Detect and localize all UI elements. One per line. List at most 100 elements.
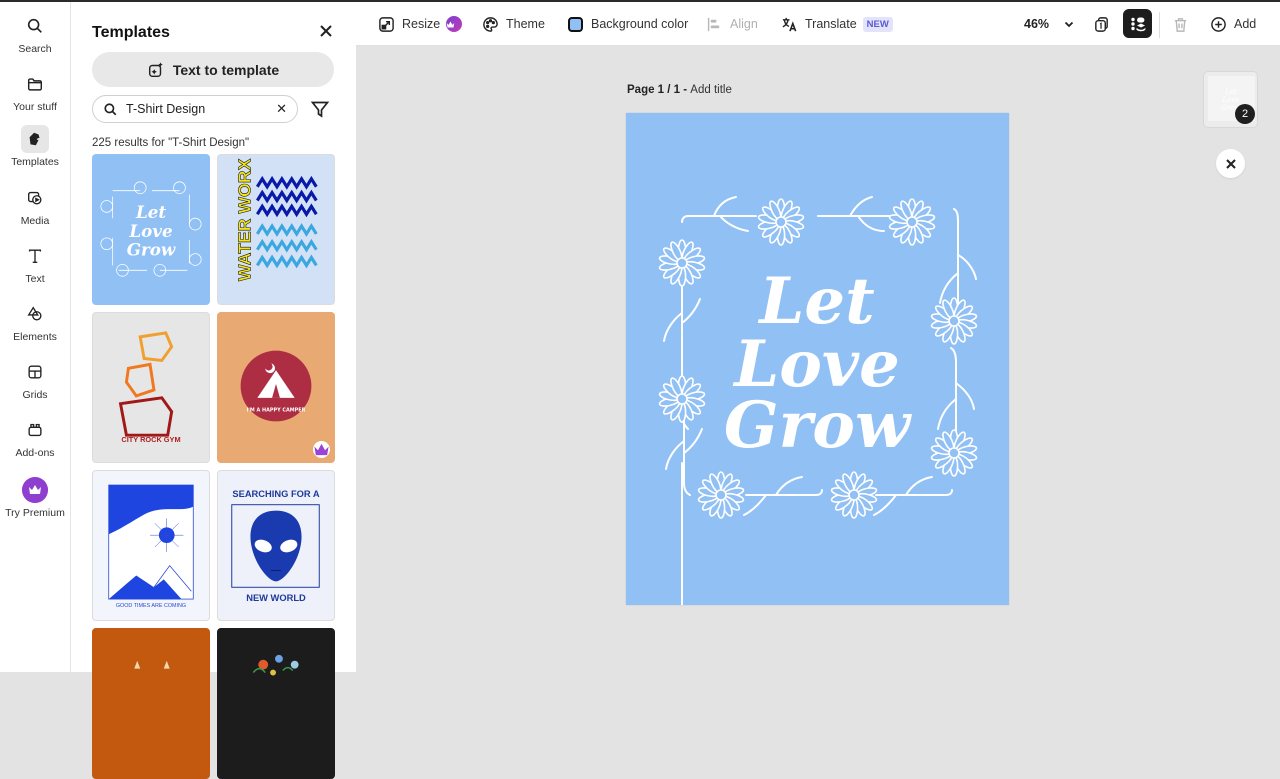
rail-item-text[interactable]: Text	[0, 242, 70, 285]
layers-icon	[1130, 16, 1146, 31]
rail-item-label: Your stuff	[13, 101, 57, 113]
panel-title: Templates	[92, 24, 170, 41]
thumb-line: Grow	[127, 240, 176, 260]
rail-item-label: Grids	[22, 389, 48, 401]
template-card-good-times[interactable]: GOOD TIMES ARE COMING	[92, 470, 210, 621]
text-icon	[21, 242, 49, 270]
top-toolbar: Resize Theme Background color Align Tran…	[356, 2, 1280, 46]
template-search: ✕	[92, 95, 298, 123]
rail-item-label: Templates	[11, 156, 59, 168]
rail-item-label: Media	[20, 215, 50, 227]
page-number: Page 1 / 1 -	[627, 84, 691, 96]
delete-button[interactable]	[1172, 2, 1196, 46]
addons-icon	[21, 416, 49, 444]
search-input[interactable]	[126, 102, 266, 116]
premium-badge	[313, 441, 330, 458]
resize-button[interactable]: Resize	[378, 2, 463, 46]
crown-icon	[314, 443, 329, 456]
close-pages-button[interactable]	[1216, 149, 1245, 178]
design-line-grow[interactable]: Grow	[724, 388, 912, 463]
pages-icon	[1095, 16, 1108, 32]
results-count: 225 results for "T-Shirt Design"	[92, 137, 250, 149]
template-card-let-love-grow[interactable]: Let Love Grow	[92, 154, 210, 305]
folder-icon	[21, 70, 49, 98]
theme-label: Theme	[506, 17, 545, 31]
layers-button[interactable]	[1123, 9, 1152, 38]
plus-circle-icon	[1211, 16, 1226, 32]
template-thumbnail	[252, 654, 299, 676]
template-card-dark-floral[interactable]	[217, 628, 335, 779]
resize-label: Resize	[402, 17, 441, 31]
elements-icon	[21, 300, 49, 328]
zoom-level: 46%	[1024, 17, 1050, 31]
new-badge: NEW	[862, 16, 893, 32]
search-icon	[104, 102, 117, 115]
template-thumbnail: CITY ROCK GYM	[118, 331, 181, 444]
rail-item-label: Try Premium	[5, 507, 65, 519]
artboard[interactable]: Let Love Grow	[626, 113, 1009, 605]
pages-button[interactable]	[1093, 2, 1117, 46]
sparkle-template-icon	[148, 61, 163, 77]
resize-icon	[379, 16, 394, 32]
theme-button[interactable]: Theme	[482, 2, 545, 46]
rail-item-templates[interactable]: Templates	[0, 125, 70, 168]
align-label: Align	[730, 17, 758, 31]
clear-search-icon[interactable]: ✕	[276, 101, 287, 117]
toolbar-divider	[1159, 12, 1160, 38]
rail-item-addons[interactable]: Add-ons	[0, 416, 70, 459]
align-button[interactable]: Align	[706, 2, 758, 46]
translate-icon	[782, 17, 797, 31]
templates-icon	[21, 125, 49, 153]
search-icon	[21, 12, 49, 40]
template-thumbnail: I'M A HAPPY CAMPER	[240, 350, 312, 422]
template-card-water-worx[interactable]: WATER WORX	[217, 154, 335, 305]
text-to-template-label: Text to template	[172, 61, 280, 78]
media-icon	[21, 184, 49, 212]
trash-icon	[1174, 17, 1187, 32]
thumb-text: GOOD TIMES ARE COMING	[116, 603, 186, 609]
background-color-button[interactable]: Background color	[568, 2, 688, 46]
daisy-flower	[658, 375, 706, 423]
template-thumbnail: SEARCHING FOR A NEW WORLD	[231, 489, 320, 603]
rail-item-label: Search	[18, 43, 52, 55]
premium-crown-icon	[22, 477, 48, 503]
rail-item-label: Text	[25, 273, 45, 285]
filter-icon[interactable]	[310, 99, 330, 119]
rail-item-media[interactable]: Media	[0, 184, 70, 227]
template-card-orange[interactable]	[92, 628, 210, 779]
daisy-flower	[830, 471, 878, 519]
templates-panel: Templates Text to template ✕ 225 results…	[71, 2, 356, 779]
design-text: Let Love Grow	[724, 264, 912, 463]
template-card-happy-camper[interactable]: I'M A HAPPY CAMPER	[217, 312, 335, 463]
add-button[interactable]: Add	[1210, 2, 1256, 46]
palette-icon	[483, 16, 498, 32]
premium-crown-icon	[446, 16, 463, 32]
add-label: Add	[1234, 17, 1257, 31]
rail-item-try-premium[interactable]: Try Premium	[0, 476, 70, 519]
rail-item-your-stuff[interactable]: Your stuff	[0, 70, 70, 113]
background-color-label: Background color	[591, 17, 689, 31]
daisy-flower	[658, 239, 706, 287]
rail-item-search[interactable]: Search	[0, 12, 70, 55]
svg-text:Let: Let	[1224, 88, 1237, 96]
thumb-text: SEARCHING FOR A	[232, 489, 320, 499]
template-thumbnail: Let Love Grow	[100, 181, 202, 277]
translate-button[interactable]: Translate NEW	[781, 2, 893, 46]
text-to-template-button[interactable]: Text to template	[92, 52, 334, 87]
add-title-link[interactable]: Add title	[690, 84, 732, 96]
daisy-flower	[757, 198, 805, 246]
template-card-city-rock-gym[interactable]: CITY ROCK GYM	[92, 312, 210, 463]
thumb-line: Let	[135, 202, 166, 222]
zoom-dropdown[interactable]: 46%	[1024, 2, 1075, 46]
close-icon[interactable]	[317, 22, 335, 40]
design-canvas: Let Love Grow	[658, 196, 978, 605]
chevron-down-icon	[1064, 21, 1074, 28]
rail-item-label: Elements	[13, 331, 57, 343]
rail-item-elements[interactable]: Elements	[0, 300, 70, 343]
daisy-flower	[697, 471, 745, 519]
background-color-swatch	[568, 16, 583, 32]
close-icon	[1225, 158, 1236, 169]
rail-item-grids[interactable]: Grids	[0, 358, 70, 401]
template-thumbnail: GOOD TIMES ARE COMING	[108, 484, 194, 609]
template-card-new-world[interactable]: SEARCHING FOR A NEW WORLD	[217, 470, 335, 621]
